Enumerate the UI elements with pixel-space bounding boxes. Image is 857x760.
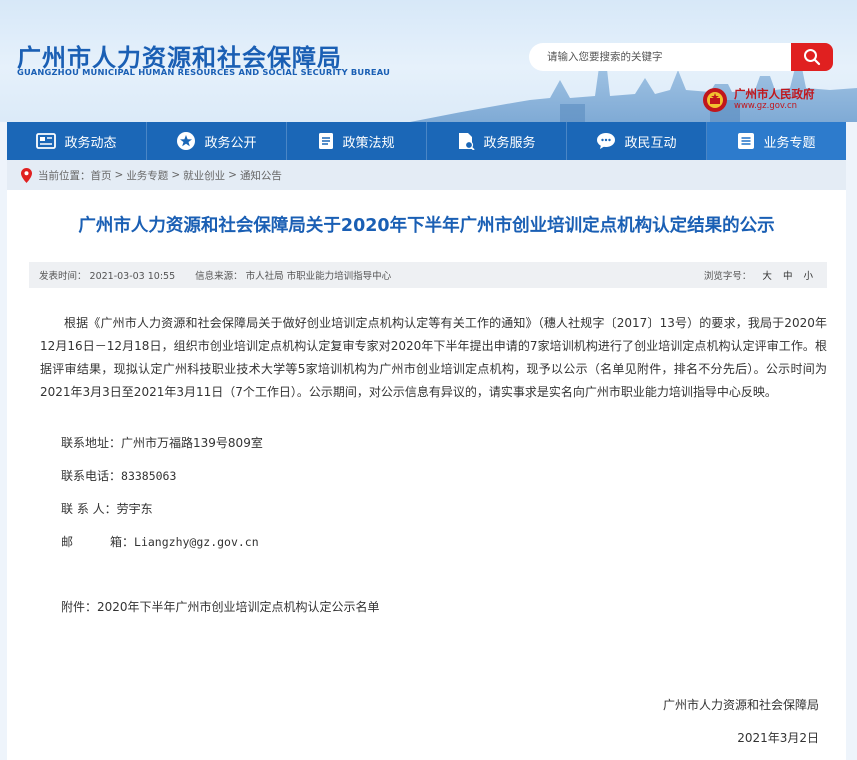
nav-item-topics[interactable]: 业务专题 [707, 122, 846, 160]
contact-phone: 联系电话：83385063 [61, 467, 176, 484]
contact-email-value[interactable]: Liangzhy@gz.gov.cn [134, 535, 259, 549]
gov-portal-link[interactable]: 广州市人民政府 www.gz.gov.cn [702, 87, 815, 113]
national-emblem-icon [703, 88, 727, 112]
info-source: 信息来源： 市人社局 市职业能力培训指导中心 [195, 271, 392, 282]
contact-person: 联 系 人：劳宇东 [61, 500, 153, 517]
breadcrumb-separator: > [171, 169, 181, 181]
font-size-control: 浏览字号： 大 中 小 [704, 268, 813, 282]
nav-item-label: 政务动态 [64, 135, 117, 151]
site-logo-subtitle: GUANGZHOU MUNICIPAL HUMAN RESOURCES AND … [17, 67, 391, 77]
contact-address: 联系地址：广州市万福路139号809室 [61, 434, 263, 451]
chat-icon [597, 133, 616, 149]
gov-portal-name: 广州市人民政府 [734, 87, 815, 101]
contact-phone-value: 83385063 [121, 469, 177, 483]
contact-address-value: 广州市万福路139号809室 [121, 436, 263, 450]
signer: 广州市人力资源和社会保障局 [662, 698, 819, 712]
nav-item-interaction[interactable]: 政民互动 [567, 122, 707, 160]
location-pin-icon [21, 167, 32, 183]
contact-person-label: 联 系 人： [61, 502, 117, 516]
gov-portal-url: www.gz.gov.cn [734, 101, 798, 111]
contact-phone-label: 联系电话： [61, 469, 122, 483]
contact-email-label-b: 箱： [110, 535, 135, 549]
service-icon [459, 133, 476, 150]
nav-item-label: 政务公开 [204, 135, 257, 151]
list-icon [738, 133, 755, 149]
nav-item-label: 政务服务 [483, 135, 536, 151]
contact-email: 邮 箱：Liangzhy@gz.gov.cn [61, 533, 259, 550]
nav-item-label: 政民互动 [624, 135, 677, 151]
main-nav: 政务动态 政务公开 政策法规 政务服务 政民互动 业务专题 [7, 122, 846, 160]
breadcrumb-separator: > [228, 169, 237, 181]
nav-item-open-affairs[interactable]: 政务公开 [147, 122, 287, 160]
nav-item-policy[interactable]: 政策法规 [287, 122, 427, 160]
search-icon [804, 49, 821, 66]
article-meta-bar: 发表时间： 2021-03-03 10:55 信息来源： 市人社局 市职业能力培… [29, 262, 827, 288]
star-icon [177, 132, 196, 150]
contact-person-value: 劳宇东 [116, 502, 153, 516]
breadcrumb-notices[interactable]: 通知公告 [240, 168, 282, 183]
publish-time: 发表时间： 2021-03-03 10:55 [39, 271, 176, 282]
article-title: 广州市人力资源和社会保障局关于2020年下半年广州市创业培训定点机构认定结果的公… [78, 216, 775, 236]
attachment-link[interactable]: 附件：2020年下半年广州市创业培训定点机构认定公示名单 [61, 598, 380, 615]
nav-item-label: 政策法规 [342, 135, 395, 151]
nav-item-label: 业务专题 [763, 135, 816, 151]
breadcrumb-topics[interactable]: 业务专题 [126, 168, 168, 183]
search-button[interactable] [791, 43, 833, 71]
font-size-large-button[interactable]: 大 [762, 271, 772, 282]
site-header: 广州市人力资源和社会保障局 GUANGZHOU MUNICIPAL HUMAN … [0, 0, 857, 122]
search-input[interactable] [529, 43, 791, 71]
breadcrumb-separator: > [114, 169, 124, 181]
breadcrumb-employment[interactable]: 就业创业 [183, 168, 225, 183]
news-icon [36, 133, 57, 149]
document-icon [319, 133, 334, 149]
breadcrumb-home[interactable]: 首页 [91, 168, 112, 183]
nav-item-services[interactable]: 政务服务 [427, 122, 567, 160]
nav-item-news[interactable]: 政务动态 [7, 122, 147, 160]
contact-email-label-a: 邮 [61, 535, 74, 549]
breadcrumb: 当前位置： 首页 > 业务专题 > 就业创业 > 通知公告 [7, 160, 846, 190]
breadcrumb-prefix: 当前位置： [38, 169, 91, 182]
font-size-label: 浏览字号： [703, 271, 752, 282]
font-size-small-button[interactable]: 小 [803, 271, 813, 282]
font-size-medium-button[interactable]: 中 [783, 271, 793, 282]
article-body: 根据《广州市人力资源和社会保障局关于做好创业培训定点机构认定等有关工作的通知》（… [40, 312, 827, 404]
sign-date: 2021年3月2日 [737, 731, 819, 745]
article-container: 广州市人力资源和社会保障局关于2020年下半年广州市创业培训定点机构认定结果的公… [7, 190, 846, 760]
contact-address-label: 联系地址： [61, 436, 122, 450]
article-paragraph: 根据《广州市人力资源和社会保障局关于做好创业培训定点机构认定等有关工作的通知》（… [40, 316, 827, 399]
